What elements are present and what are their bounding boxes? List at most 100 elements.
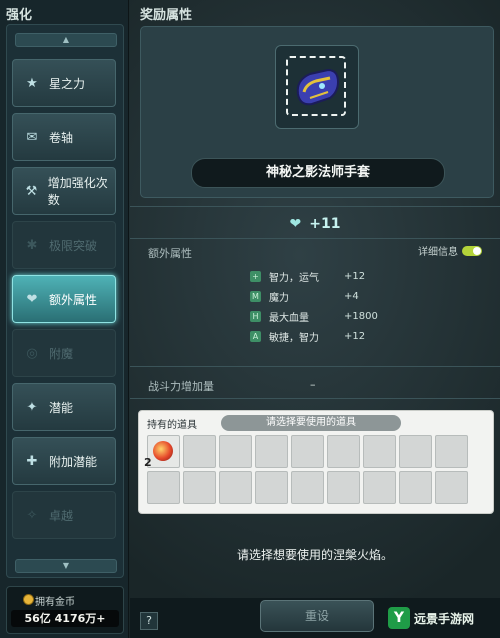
inventory-slot[interactable]	[435, 435, 468, 468]
watermark-logo-icon: Y	[388, 607, 410, 629]
menu-item[interactable]: ★ 星之力	[12, 59, 116, 107]
inventory-slot[interactable]	[255, 471, 288, 504]
gold-label: 拥有金币	[35, 597, 75, 608]
enhance-level-value: +11	[309, 216, 341, 232]
power-increase-label: 战斗力增加量	[148, 380, 214, 393]
menu-item[interactable]: ✦ 潜能	[12, 383, 116, 431]
heart-icon: ❤	[26, 291, 38, 307]
inventory-slot[interactable]	[183, 435, 216, 468]
divider	[130, 398, 500, 399]
divider	[130, 238, 500, 239]
sparkle-icon: ✦	[26, 399, 38, 415]
inventory-slot[interactable]	[291, 471, 324, 504]
menu-item[interactable]: ✉ 卷轴	[12, 113, 116, 161]
extra-stats-label: 额外属性	[148, 247, 192, 260]
menu-item-label: 增加强化次数	[47, 176, 108, 207]
inventory-slot[interactable]	[219, 435, 252, 468]
sparkle-plus-icon: ✚	[26, 453, 38, 469]
stat-name: 敏捷，智力	[269, 332, 319, 344]
bonus-stats-title: 奖励属性	[140, 8, 193, 23]
watermark-text: 远景手游网	[414, 611, 475, 626]
stat-row: + 智力，运气 +12	[250, 266, 378, 286]
inventory-panel: 持有的道具 请选择要使用的道具 2	[138, 410, 494, 514]
stat-icon: H	[250, 310, 261, 322]
gold-panel: 拥有金币 56亿 4176万+	[6, 586, 124, 634]
burst-icon: ✱	[26, 237, 38, 253]
heart-icon: ❤	[289, 216, 302, 232]
inventory-slot[interactable]	[183, 471, 216, 504]
menu-item: ✧ 卓越	[12, 491, 116, 539]
select-item-prompt: 请选择要使用的道具	[221, 415, 401, 431]
bonus-stats-panel: 奖励属性 神秘之影法师手套 ❤ +11 额外属性 详细信息 + 智力，运气 +12 M…	[130, 0, 500, 638]
inventory-slot[interactable]	[363, 471, 396, 504]
menu-item[interactable]: ✚ 附加潜能	[12, 437, 116, 485]
glove-icon	[296, 68, 340, 106]
stat-row: A 敏捷，智力 +12	[250, 326, 378, 346]
stat-value: +4	[344, 290, 359, 302]
menu-item[interactable]: ❤ 额外属性	[12, 275, 116, 323]
inventory-slot[interactable]	[363, 435, 396, 468]
item-name: 神秘之影法师手套	[191, 158, 445, 188]
hammer-icon: ⚒	[25, 183, 38, 199]
toggle-switch-icon[interactable]	[462, 245, 482, 256]
scroll-up-button[interactable]: ▲	[15, 33, 117, 47]
menu-item: ✱ 极限突破	[12, 221, 116, 269]
menu-item-label: 极限突破	[49, 238, 98, 253]
detail-toggle[interactable]: 详细信息	[418, 243, 482, 258]
star-icon: ★	[26, 75, 38, 91]
menu-item: ◎ 附魔	[12, 329, 116, 377]
owned-items-label: 持有的道具	[147, 420, 197, 431]
power-increase-value: –	[310, 378, 316, 391]
watermark: Y 远景手游网	[388, 604, 494, 632]
help-button[interactable]: ?	[140, 612, 158, 630]
enhance-menu: ▲ ★ 星之力 ✉ 卷轴 ⚒ 增加强化次数 ✱ 极限突破 ❤ 额外属性 ◎ 附魔 ✦ 潜能 ✚ 附加潜能 ✧ 卓越…	[6, 24, 124, 578]
reset-button[interactable]: 重设	[260, 600, 374, 632]
stat-icon: M	[250, 290, 261, 302]
item-display: 神秘之影法师手套	[140, 26, 494, 198]
enhance-title: 强化	[6, 8, 33, 23]
scroll-icon: ✉	[26, 129, 38, 145]
menu-item-label: 额外属性	[49, 292, 98, 307]
stat-value: +12	[344, 270, 366, 282]
detail-toggle-label: 详细信息	[418, 247, 458, 258]
menu-item-label: 卓越	[49, 508, 74, 523]
instruction-message: 请选择想要使用的涅槃火焰。	[236, 548, 393, 562]
inventory-slot[interactable]	[399, 471, 432, 504]
inventory-slot[interactable]	[435, 471, 468, 504]
stat-value: +1800	[344, 310, 378, 322]
enhance-panel: 强化 ▲ ★ 星之力 ✉ 卷轴 ⚒ 增加强化次数 ✱ 极限突破 ❤ 额外属性 ◎ 附魔 ✦ 潜能 ✚ 附加潜能…	[0, 0, 129, 638]
stat-name: 魔力	[269, 292, 289, 304]
stat-name: 智力，运气	[269, 272, 319, 284]
menu-item-label: 附加潜能	[49, 454, 98, 469]
divider	[130, 206, 500, 207]
inventory-slot[interactable]	[291, 435, 324, 468]
divider	[130, 366, 500, 367]
inventory-slot[interactable]	[147, 471, 180, 504]
gold-coin-icon	[23, 594, 34, 605]
inventory-slot[interactable]	[219, 471, 252, 504]
stat-icon: A	[250, 330, 261, 342]
gem-icon: ✧	[26, 507, 38, 523]
item-slot[interactable]	[275, 45, 359, 129]
stat-name: 最大血量	[269, 312, 309, 324]
item-quantity: 2	[144, 456, 152, 469]
gold-value: 56亿 4176万+	[11, 610, 119, 627]
enhance-level: ❤ +11	[130, 212, 500, 236]
menu-item-label: 潜能	[49, 400, 74, 415]
scroll-down-button[interactable]: ▼	[15, 559, 117, 573]
stat-row: H 最大血量 +1800	[250, 306, 378, 326]
menu-item[interactable]: ⚒ 增加强化次数	[12, 167, 116, 215]
swirl-icon: ◎	[26, 345, 38, 361]
stat-row: M 魔力 +4	[250, 286, 378, 306]
stat-icon: +	[250, 270, 261, 282]
rebirth-flame-icon	[153, 441, 173, 461]
menu-item-label: 星之力	[49, 76, 86, 91]
inventory-slot[interactable]	[255, 435, 288, 468]
inventory-slot[interactable]	[327, 471, 360, 504]
inventory-slot[interactable]	[399, 435, 432, 468]
menu-item-label: 卷轴	[49, 130, 74, 145]
inventory-slot-flame[interactable]: 2	[144, 435, 180, 469]
stat-list: + 智力，运气 +12 M 魔力 +4 H 最大血量 +1800 A 敏捷，智力 +12	[250, 266, 378, 346]
inventory-slot[interactable]	[327, 435, 360, 468]
menu-item-label: 附魔	[49, 346, 74, 361]
